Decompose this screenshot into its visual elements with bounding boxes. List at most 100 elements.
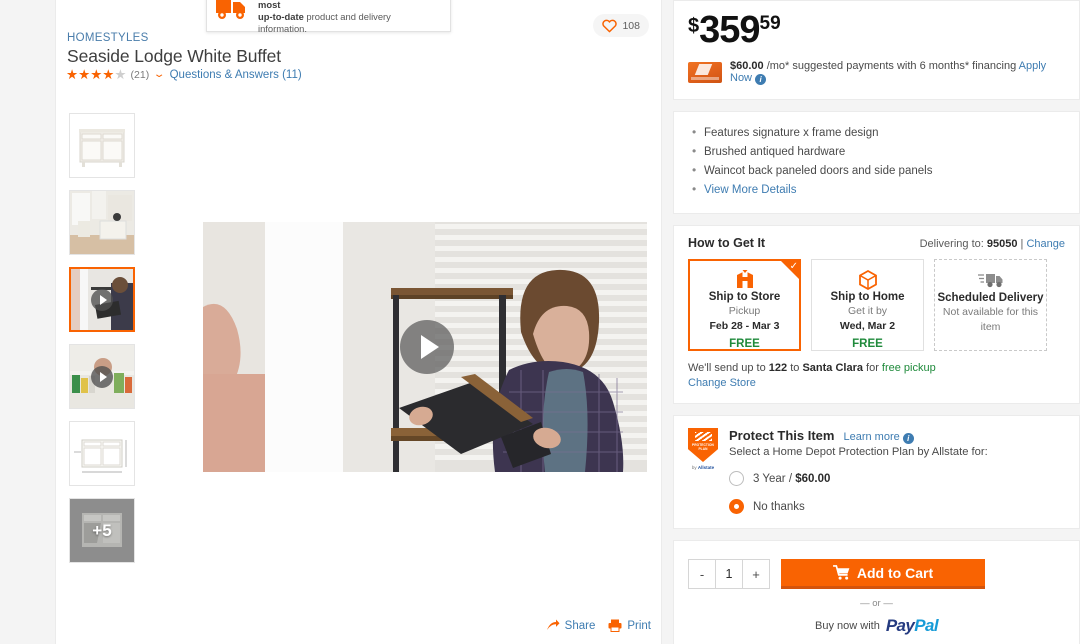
- rating-row: ★★★★★ (21) ⌄ Questions & Answers (11): [66, 68, 302, 82]
- protection-plan-badge: PROTECTION PLAN by Allstate: [688, 428, 718, 514]
- protection-option-no-thanks[interactable]: No thanks: [729, 499, 1065, 514]
- send-note-a: We'll send up to: [688, 362, 769, 374]
- price-currency: $: [688, 15, 700, 37]
- option-title: Ship to Home: [830, 291, 905, 303]
- page-title: Seaside Lodge White Buffet: [67, 46, 282, 66]
- share-print-row: Share Print: [546, 619, 651, 632]
- quantity-increment-button[interactable]: +: [743, 560, 769, 588]
- how-to-get-it-header: How to Get It Delivering to: 95050 | Cha…: [688, 236, 1065, 250]
- package-box-icon: [858, 268, 878, 290]
- delivering-zip: 95050: [986, 238, 1018, 250]
- play-icon[interactable]: [91, 288, 113, 311]
- heart-icon: [602, 19, 618, 32]
- quantity-value[interactable]: 1: [715, 560, 743, 588]
- info-icon[interactable]: i: [902, 433, 914, 444]
- main-media-viewer[interactable]: [203, 222, 647, 472]
- financing-text: $60.00 /mo* suggested payments with 6 mo…: [730, 60, 1065, 85]
- thumbnail-room-scene[interactable]: [69, 190, 135, 255]
- thumbnail-kitchen-video[interactable]: [69, 344, 135, 409]
- change-store-link[interactable]: Change Store: [688, 376, 1065, 391]
- delivering-to: Delivering to: 95050 | Change: [920, 238, 1065, 250]
- zip-code-tooltip: Your ZIP Code helps us to provide the mo…: [206, 0, 451, 34]
- delivering-label: Delivering to:: [919, 238, 987, 250]
- paypal-logo-a: Pay: [885, 616, 915, 635]
- option-label-price: $60.00: [795, 472, 831, 485]
- brand-link[interactable]: HOMESTYLES: [67, 32, 149, 44]
- more-photos-label: +5: [92, 520, 112, 540]
- star-rating[interactable]: ★★★★★: [66, 68, 127, 82]
- thumbnail-dimensions-diagram[interactable]: [69, 421, 135, 486]
- print-button[interactable]: Print: [608, 619, 651, 632]
- shield-icon: PROTECTION PLAN: [688, 428, 718, 462]
- fulfillment-option-ship-to-store[interactable]: Ship to Store Pickup Feb 28 - Mar 3 FREE…: [688, 259, 801, 351]
- radio-button[interactable]: [729, 471, 744, 486]
- price-integer: 359: [699, 9, 760, 51]
- option-sub2: Wed, Mar 2: [839, 320, 896, 332]
- option-title: Scheduled Delivery: [937, 292, 1044, 304]
- paypal-prefix: Buy now with: [815, 620, 880, 632]
- delivery-truck-icon: [977, 268, 1004, 291]
- protection-plan-description: Select a Home Depot Protection Plan by A…: [729, 446, 988, 458]
- zip-tooltip-text: Your ZIP Code helps us to provide the mo…: [258, 0, 441, 36]
- quantity-decrement-button[interactable]: -: [689, 560, 715, 588]
- chevron-down-icon[interactable]: ⌄: [153, 69, 166, 80]
- thumbnail-assembly-video[interactable]: [69, 267, 135, 332]
- credit-card-icon: [688, 62, 722, 83]
- info-icon[interactable]: i: [755, 74, 767, 85]
- thumbnail-buffet-front[interactable]: [69, 113, 135, 178]
- option-sub1: Not available for this: [942, 306, 1039, 318]
- badge-sub-b: Allstate: [697, 465, 715, 470]
- play-icon[interactable]: [91, 365, 113, 388]
- or-divider: — or —: [860, 598, 893, 609]
- fulfillment-option-scheduled-delivery: Scheduled Delivery Not available for thi…: [934, 259, 1047, 351]
- option-label-text: 3 Year /: [753, 472, 796, 485]
- zip-text-3: up-to-date: [258, 11, 304, 22]
- save-count: 108: [622, 19, 640, 32]
- review-count[interactable]: (21): [131, 69, 150, 81]
- product-detail-page: HOMESTYLES Seaside Lodge White Buffet ★★…: [0, 0, 1080, 644]
- option-price: FREE: [729, 338, 760, 350]
- radio-button[interactable]: [729, 499, 744, 514]
- option-sub1: Pickup: [728, 305, 761, 317]
- save-to-favorites-button[interactable]: 108: [593, 14, 649, 37]
- list-item: Features signature x frame design: [688, 123, 1065, 143]
- protection-option-3-year[interactable]: 3 Year / $60.00: [729, 471, 1065, 486]
- quantity-stepper[interactable]: - 1 +: [688, 559, 770, 589]
- fulfillment-options: Ship to Store Pickup Feb 28 - Mar 3 FREE…: [688, 259, 1065, 351]
- price-card: $ 359 59 $60.00 /mo* suggested payments …: [673, 0, 1080, 100]
- add-to-cart-card: - 1 + Add to Cart — or — Buy now with Pa…: [673, 540, 1080, 644]
- financing-amount: $60.00: [730, 60, 764, 72]
- protection-plan-body: Protect This Item Learn more i Select a …: [729, 428, 1065, 514]
- cart-row: - 1 + Add to Cart: [688, 559, 1065, 589]
- protection-plan-title: Protect This Item: [729, 428, 835, 443]
- add-to-cart-label: Add to Cart: [856, 564, 934, 581]
- how-to-get-it-card: How to Get It Delivering to: 95050 | Cha…: [673, 225, 1080, 404]
- send-note-store: Santa Clara: [802, 362, 863, 374]
- add-to-cart-button[interactable]: Add to Cart: [781, 559, 985, 589]
- option-sub2: item: [980, 321, 1001, 333]
- product-price: $ 359 59: [688, 11, 1065, 51]
- share-button[interactable]: Share: [546, 619, 595, 632]
- delivery-truck-icon: [216, 0, 249, 25]
- view-more-details-link[interactable]: View More Details: [688, 180, 1065, 200]
- thumbnail-more-photos[interactable]: +5: [69, 498, 135, 563]
- questions-answers-link[interactable]: Questions & Answers (11): [170, 69, 302, 81]
- option-label: No thanks: [753, 500, 805, 513]
- change-zip-link[interactable]: Change: [1026, 238, 1065, 250]
- fulfillment-option-ship-to-home[interactable]: Ship to Home Get it by Wed, Mar 2 FREE: [811, 259, 924, 351]
- paypal-button[interactable]: Buy now with PayPal: [688, 616, 1065, 636]
- share-icon: [546, 619, 560, 630]
- play-icon[interactable]: [400, 320, 454, 374]
- option-sub2: Feb 28 - Mar 3: [709, 320, 780, 332]
- option-label: 3 Year / $60.00: [753, 473, 830, 485]
- how-to-get-it-title: How to Get It: [688, 236, 766, 250]
- feature-bullets-card: Features signature x frame design Brushe…: [673, 111, 1080, 214]
- print-label: Print: [627, 619, 651, 632]
- paypal-logo: PayPal: [885, 616, 939, 636]
- paypal-logo-b: Pal: [914, 616, 938, 635]
- feature-list: Features signature x frame design Brushe…: [688, 123, 1065, 200]
- product-media-card: HOMESTYLES Seaside Lodge White Buffet ★★…: [55, 0, 662, 644]
- option-price: FREE: [852, 338, 883, 350]
- learn-more-link[interactable]: Learn more i: [843, 431, 914, 444]
- price-decimal: 59: [759, 13, 781, 34]
